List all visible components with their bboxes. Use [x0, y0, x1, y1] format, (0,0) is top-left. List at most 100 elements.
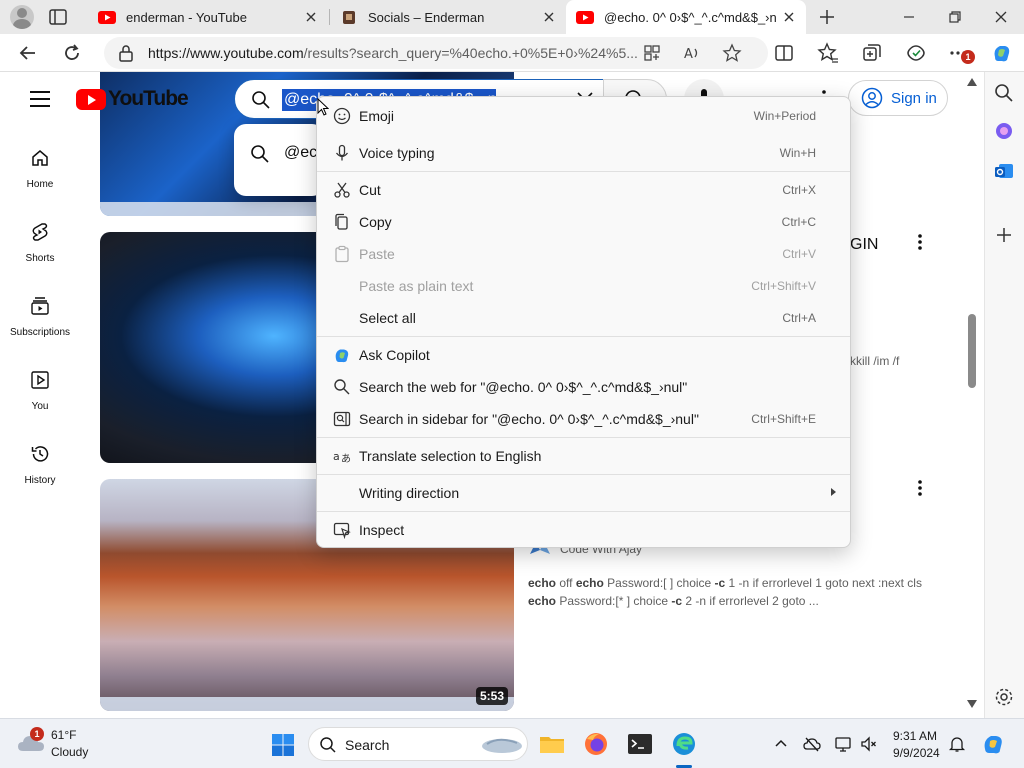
refresh-icon[interactable]: [60, 41, 84, 65]
url-text[interactable]: https://www.youtube.com/results?search_q…: [148, 45, 638, 61]
menu-item-paste[interactable]: Paste Ctrl+V: [321, 239, 846, 269]
cloud-sync-icon[interactable]: [803, 735, 821, 753]
menu-item-search-sidebar[interactable]: Search in sidebar for "@echo. 0^ 0›$^_^.…: [321, 404, 846, 434]
history-icon: [31, 446, 49, 462]
menu-item-cut[interactable]: Cut Ctrl+X: [321, 175, 846, 205]
menu-item-inspect[interactable]: Inspect: [321, 515, 846, 545]
copilot-icon[interactable]: [990, 41, 1014, 65]
menu-item-ask-copilot[interactable]: Ask Copilot: [321, 340, 846, 370]
menu-separator: [317, 171, 850, 172]
nav-shorts[interactable]: Shorts: [0, 222, 80, 266]
browser-tab-bar: enderman - YouTube Socials – Enderman @e…: [0, 0, 1024, 34]
description-bold: echo: [528, 594, 557, 608]
youtube-logo[interactable]: YouTube: [76, 87, 189, 111]
scroll-down-arrow-icon[interactable]: [967, 700, 977, 708]
scroll-up-arrow-icon[interactable]: [967, 78, 977, 86]
back-icon[interactable]: [16, 41, 40, 65]
copilot-sidebar-icon[interactable]: [993, 120, 1015, 142]
menu-item-search-web[interactable]: Search the web for "@echo. 0^ 0›$^_^.c^m…: [321, 372, 846, 402]
video-description-fragment: kkill /im /f: [850, 354, 900, 368]
menu-shortcut: Ctrl+A: [782, 311, 816, 325]
menu-item-voice-typing[interactable]: Voice typing Win+H: [321, 138, 846, 168]
favorites-icon[interactable]: [816, 41, 840, 65]
menu-item-copy[interactable]: Copy Ctrl+C: [321, 207, 846, 237]
video-menu-icon[interactable]: [910, 232, 930, 252]
nav-history[interactable]: History: [0, 444, 80, 488]
microphone-icon: [335, 144, 349, 161]
close-tab-icon[interactable]: [304, 10, 318, 24]
edge-browser-icon[interactable]: [670, 730, 698, 758]
menu-shortcut: Ctrl+V: [782, 247, 816, 261]
tab-youtube-search-active[interactable]: @echo. 0^ 0›$^_^.c^md&$_›nu: [566, 0, 806, 34]
taskbar-search-box[interactable]: Search: [308, 727, 528, 761]
sidebar-search-icon[interactable]: [993, 82, 1015, 104]
menu-label: Writing direction: [359, 485, 460, 501]
menu-label: Inspect: [359, 522, 405, 538]
nav-subscriptions[interactable]: Subscriptions: [0, 296, 80, 340]
sign-in-button[interactable]: Sign in: [848, 80, 948, 116]
close-tab-icon[interactable]: [782, 10, 796, 24]
collections-icon[interactable]: [860, 41, 884, 65]
lock-icon[interactable]: [118, 44, 134, 62]
menu-item-paste-plain-text[interactable]: Paste as plain text Ctrl+Shift+V: [321, 271, 846, 301]
windows-start-icon[interactable]: [271, 733, 295, 757]
show-hidden-icons-chevron-icon[interactable]: [772, 735, 790, 753]
search-suggestions: @ec: [234, 124, 324, 196]
copilot-taskbar-icon[interactable]: [980, 731, 1006, 757]
taskbar-date[interactable]: 9/9/2024: [893, 746, 940, 760]
nav-you[interactable]: You: [0, 370, 80, 414]
notification-bell-icon[interactable]: [948, 735, 966, 753]
video-duration: 5:53: [475, 687, 508, 705]
shorts-icon: [32, 223, 48, 241]
tab-enderman-youtube[interactable]: enderman - YouTube: [88, 0, 328, 34]
volume-muted-icon[interactable]: [860, 735, 878, 753]
terminal-icon[interactable]: [626, 730, 654, 758]
menu-item-emoji[interactable]: Emoji Win+Period: [321, 101, 846, 131]
video-title-fragment[interactable]: GIN: [850, 236, 878, 254]
split-screen-icon[interactable]: [772, 41, 796, 65]
browser-essentials-icon[interactable]: [904, 41, 928, 65]
hamburger-menu-icon[interactable]: [28, 89, 52, 109]
display-icon[interactable]: [834, 735, 852, 753]
scrollbar-thumb[interactable]: [968, 314, 976, 388]
menu-label: Paste as plain text: [359, 278, 474, 294]
sidebar-settings-gear-icon[interactable]: [993, 686, 1015, 708]
weather-temperature[interactable]: 61°F: [51, 728, 76, 742]
tab-title: @echo. 0^ 0›$^_^.c^md&$_›nu: [604, 9, 776, 25]
nav-label: Shorts: [25, 253, 55, 264]
new-tab-icon[interactable]: [816, 6, 838, 28]
menu-separator: [317, 511, 850, 512]
tab-title: enderman - YouTube: [126, 9, 247, 25]
menu-label: Paste: [359, 246, 395, 262]
read-aloud-icon[interactable]: A: [682, 43, 702, 63]
mouse-cursor-icon: [317, 98, 329, 116]
description-bold: -c: [714, 576, 726, 590]
outlook-icon[interactable]: [993, 160, 1015, 182]
add-sidebar-app-icon[interactable]: [993, 224, 1015, 246]
address-bar-row: https://www.youtube.com/results?search_q…: [0, 34, 1024, 72]
app-available-icon[interactable]: [642, 43, 662, 63]
menu-item-select-all[interactable]: Select all Ctrl+A: [321, 303, 846, 333]
taskbar-time[interactable]: 9:31 AM: [893, 729, 937, 743]
restore-icon[interactable]: [944, 6, 966, 28]
weather-condition[interactable]: Cloudy: [51, 745, 88, 759]
sidebar-search-icon: [333, 411, 351, 427]
tab-actions-icon[interactable]: [48, 7, 68, 27]
close-window-icon[interactable]: [990, 6, 1012, 28]
svg-text:a: a: [333, 450, 340, 463]
firefox-icon[interactable]: [582, 730, 610, 758]
profile-avatar[interactable]: [10, 5, 34, 29]
suggestion-item[interactable]: @ec: [284, 144, 317, 162]
nav-home[interactable]: Home: [0, 148, 80, 192]
address-bar[interactable]: https://www.youtube.com/results?search_q…: [104, 37, 768, 69]
paste-icon: [335, 245, 349, 263]
close-tab-icon[interactable]: [542, 10, 556, 24]
tab-socials-enderman[interactable]: Socials – Enderman: [330, 0, 566, 34]
favorite-star-icon[interactable]: [722, 43, 742, 63]
search-icon: [320, 737, 336, 753]
menu-item-writing-direction[interactable]: Writing direction: [321, 478, 846, 508]
menu-item-translate[interactable]: a あ Translate selection to English: [321, 441, 846, 471]
file-explorer-icon[interactable]: [538, 730, 566, 758]
video-menu-icon[interactable]: [910, 478, 930, 498]
minimize-icon[interactable]: [898, 6, 920, 28]
